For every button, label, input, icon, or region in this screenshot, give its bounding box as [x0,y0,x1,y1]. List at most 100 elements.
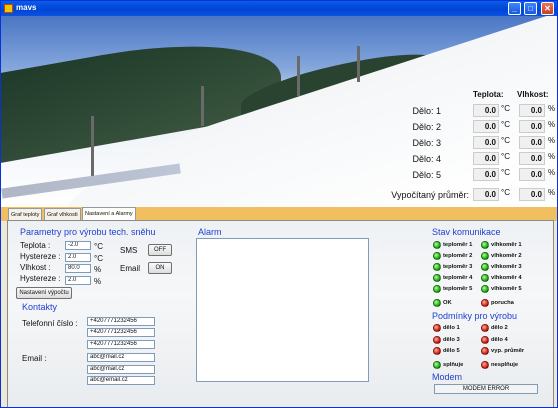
cannon-label: Dělo: 1 [412,106,441,116]
status-led-green [433,241,441,249]
email-toggle-button[interactable]: ON [148,262,172,274]
humidity-input[interactable]: 80.0 [65,264,91,273]
hysteresis-unit: °C [94,254,103,263]
temperature-unit: °C [501,168,510,177]
status-led-green [481,263,489,271]
reading-row: Dělo: 3 0.0 °C 0.0 % [385,136,557,150]
temperature-hysteresis-input[interactable]: 2.0 [65,253,91,262]
cannon-label: Dělo: 5 [412,170,441,180]
status-led-green [433,361,441,369]
modem-title: Modem [432,372,463,382]
reading-row: Dělo: 5 0.0 °C 0.0 % [385,168,557,182]
maximize-button[interactable]: □ [524,2,537,15]
humidity-value: 0.0 [519,136,545,149]
thermometer-status: teploměr 1 [433,241,472,250]
temperature-value: 0.0 [473,136,499,149]
phone-input-3[interactable]: +4207771232456 [87,340,155,349]
hygrometer-status: vlhkoměr 5 [481,285,522,294]
readings-panel: Teplota: Vlhkost: Dělo: 1 0.0 °C 0.0 % D… [385,90,557,207]
status-led-green [433,274,441,282]
temperature-unit: °C [501,104,510,113]
humidity-unit: % [548,188,556,197]
lift-pole [357,46,360,82]
computed-average-label: Vypočítaný průměr: [391,190,469,200]
lift-pole [201,86,204,126]
alarm-log[interactable] [196,238,369,382]
hysteresis-label: Hystereze : [20,274,61,283]
phone-input-1[interactable]: +4207771232456 [87,317,155,326]
humidity-unit: % [94,265,102,274]
cannon-condition: dělo 3 [433,336,460,345]
phone-input-2[interactable]: +4207771232456 [87,328,155,337]
thermometer-status: teploměr 3 [433,263,472,272]
settings-panel: Parametry pro výrobu tech. sněhu Teplota… [7,220,554,407]
reading-row: Dělo: 2 0.0 °C 0.0 % [385,120,557,134]
average-humidity-value: 0.0 [519,188,545,201]
title-bar[interactable]: mavs _ □ ✕ [1,1,557,16]
modem-status: MODEM ERROR [434,384,538,394]
legend-ok: OK [433,299,452,308]
email-label: Email [120,264,141,273]
temperature-header: Teplota: [473,90,504,99]
lift-pole [297,56,300,96]
humidity-unit: % [548,152,556,161]
temperature-value: 0.0 [473,104,499,117]
status-led-red [481,336,489,344]
thermometer-status: teploměr 4 [433,274,472,283]
calculation-settings-button[interactable]: Nastavení výpočtu [16,287,72,299]
cannon-condition: dělo 4 [481,336,508,345]
contacts-title: Kontakty [22,302,58,312]
humidity-unit: % [548,136,556,145]
status-led-red [481,347,489,355]
cannon-label: Dělo: 3 [412,138,441,148]
email-input-3[interactable]: abc@email.cz [87,376,155,385]
status-led-red [481,324,489,332]
status-led-green [481,285,489,293]
status-led-green [433,252,441,260]
close-button[interactable]: ✕ [541,2,554,15]
email-input-1[interactable]: abc@mail.cz [87,353,155,362]
hygrometer-status: vlhkoměr 2 [481,252,522,261]
sms-label: SMS [120,246,138,255]
cannon-condition: dělo 5 [433,347,460,356]
temperature-unit: °C [501,136,510,145]
cannon-condition: dělo 2 [481,324,508,333]
status-led-red [433,347,441,355]
temperature-unit: °C [501,188,510,197]
status-led-green [481,274,489,282]
status-led-green [433,263,441,271]
status-led-red [481,299,489,307]
status-led-green [481,252,489,260]
humidity-hysteresis-input[interactable]: 2.0 [65,276,91,285]
hygrometer-status: vlhkoměr 4 [481,274,522,283]
email-contacts-label: Email : [22,354,47,363]
thermometer-status: teploměr 5 [433,285,472,294]
status-led-green [433,299,441,307]
temperature-input[interactable]: -2.0 [65,241,91,250]
temperature-label: Teplota : [20,241,51,250]
humidity-value: 0.0 [519,168,545,181]
params-title: Parametry pro výrobu tech. sněhu [20,227,156,237]
legend-fault: porucha [481,299,514,308]
cannon-label: Dělo: 4 [412,154,441,164]
legend-meets: splňuje [433,361,463,370]
humidity-label: Vlhkost : [20,263,51,272]
lift-pole [91,116,94,176]
email-input-2[interactable]: abc@mail.cz [87,365,155,374]
computed-average-row: Vypočítaný průměr: 0.0 °C 0.0 % [385,188,557,202]
status-led-red [433,336,441,344]
minimize-button[interactable]: _ [508,2,521,15]
main-window: mavs _ □ ✕ Teplota: Vlhkost: Dělo: 1 0.0… [0,0,558,408]
tab-settings-alarms[interactable]: Nastavení a Alarmy [82,207,136,221]
reading-row: Dělo: 4 0.0 °C 0.0 % [385,152,557,166]
hygrometer-status: vlhkoměr 3 [481,263,522,272]
average-condition: vyp. průměr [481,347,524,356]
temperature-value: 0.0 [473,152,499,165]
cannon-label: Dělo: 2 [412,122,441,132]
window-title: mavs [16,3,37,12]
status-led-red [433,324,441,332]
cannon-condition: dělo 1 [433,324,460,333]
humidity-value: 0.0 [519,120,545,133]
sms-toggle-button[interactable]: OFF [148,244,172,256]
temperature-unit: °C [501,120,510,129]
